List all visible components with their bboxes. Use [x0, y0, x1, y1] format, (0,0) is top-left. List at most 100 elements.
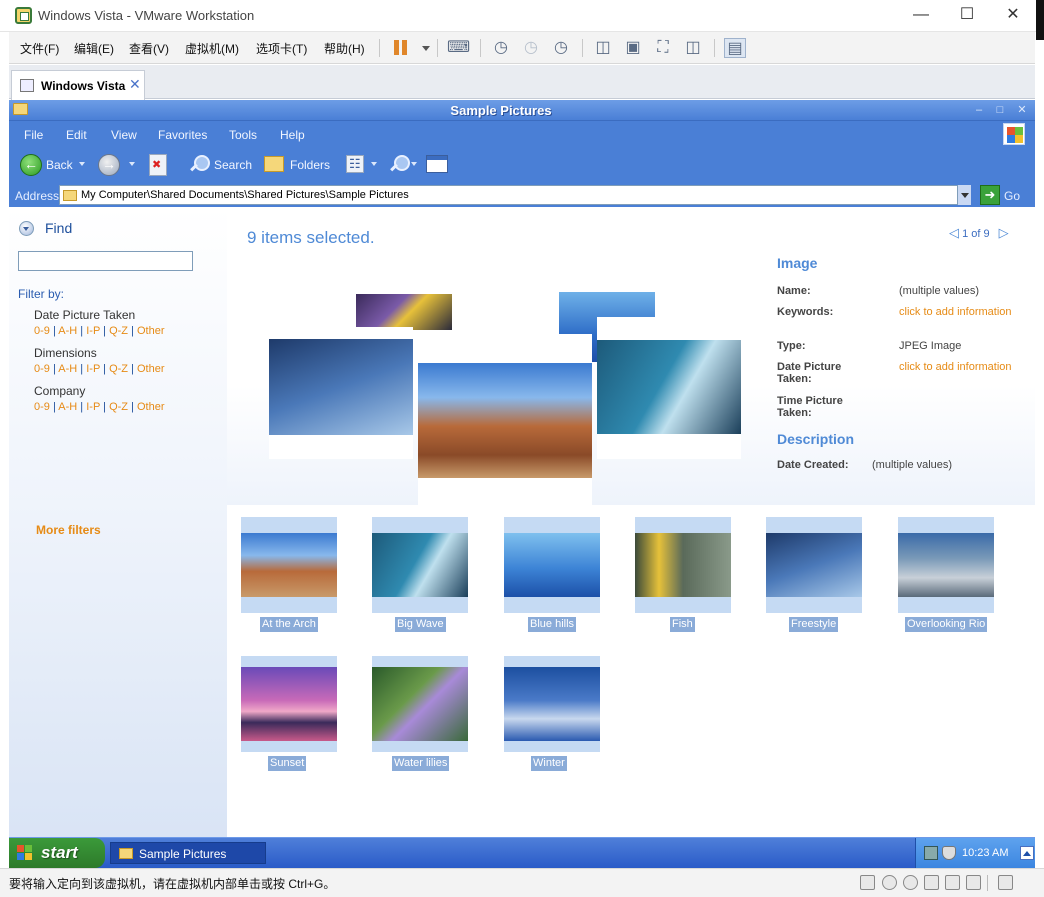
- host-menu-tabs[interactable]: 选项卡(T): [256, 40, 307, 57]
- host-minimize-button[interactable]: —: [898, 0, 944, 32]
- search-button-label[interactable]: Search: [214, 158, 252, 172]
- sound-icon[interactable]: [966, 875, 981, 890]
- add-date-link[interactable]: click to add information: [899, 361, 1019, 373]
- go-button-label[interactable]: Go: [1004, 189, 1020, 203]
- taskbar-button-sample-pictures[interactable]: Sample Pictures: [110, 842, 266, 864]
- back-arrow-icon[interactable]: [20, 154, 42, 176]
- calendar-icon[interactable]: [426, 155, 448, 173]
- library-view-icon[interactable]: ◫: [592, 38, 614, 58]
- filter-link[interactable]: Q-Z: [109, 363, 128, 375]
- thumbnail-bar-icon[interactable]: ▤: [724, 38, 746, 58]
- find-title[interactable]: Find: [45, 220, 72, 236]
- filter-link[interactable]: 0-9: [34, 325, 50, 337]
- next-arrow-icon[interactable]: ▷: [999, 225, 1009, 241]
- start-button[interactable]: start: [9, 838, 105, 868]
- menu-edit[interactable]: Edit: [66, 128, 87, 142]
- cd-dvd-2-icon[interactable]: [903, 875, 918, 890]
- filter-link[interactable]: Other: [137, 401, 165, 413]
- folders-button-label[interactable]: Folders: [290, 158, 330, 172]
- filter-link[interactable]: I-P: [86, 401, 100, 413]
- explorer-minimize-button[interactable]: –: [971, 102, 987, 118]
- thumbnail-label[interactable]: Water lilies: [392, 756, 450, 771]
- thumbnail-freestyle[interactable]: [766, 517, 862, 613]
- host-menu-help[interactable]: 帮助(H): [324, 40, 365, 57]
- zoom-dropdown-icon[interactable]: [411, 162, 417, 166]
- host-menu-vm[interactable]: 虚拟机(M): [185, 40, 239, 57]
- address-input[interactable]: My Computer\Shared Documents\Shared Pict…: [59, 185, 971, 205]
- cd-dvd-icon[interactable]: [882, 875, 897, 890]
- menu-favorites[interactable]: Favorites: [158, 128, 207, 142]
- message-icon[interactable]: [998, 875, 1013, 890]
- views-icon[interactable]: [346, 155, 364, 173]
- filter-link[interactable]: Other: [137, 325, 165, 337]
- thumbnail-label[interactable]: Big Wave: [395, 617, 446, 632]
- host-maximize-button[interactable]: ☐: [944, 0, 990, 32]
- collapse-chevron-icon[interactable]: [19, 221, 34, 236]
- thumbnail-overlooking-rio[interactable]: [898, 517, 994, 613]
- filter-link[interactable]: A-H: [58, 363, 77, 375]
- filter-link[interactable]: I-P: [86, 325, 100, 337]
- thumbnail-label[interactable]: Sunset: [268, 756, 307, 771]
- forward-arrow-icon[interactable]: [98, 154, 120, 176]
- power-dropdown-icon[interactable]: [419, 38, 433, 58]
- delete-icon[interactable]: [149, 154, 167, 176]
- thumbnail-label[interactable]: Fish: [670, 617, 695, 632]
- add-keywords-link[interactable]: click to add information: [899, 306, 1019, 318]
- console-view-icon[interactable]: ▣: [622, 38, 644, 58]
- printer-icon[interactable]: [945, 875, 960, 890]
- find-input[interactable]: [18, 251, 193, 271]
- menu-tools[interactable]: Tools: [229, 128, 257, 142]
- more-filters-link[interactable]: More filters: [36, 523, 101, 537]
- views-dropdown-icon[interactable]: [371, 162, 377, 166]
- filter-link[interactable]: Q-Z: [109, 325, 128, 337]
- thumbnail-at-the-arch[interactable]: [241, 517, 337, 613]
- thumbnail-label[interactable]: At the Arch: [260, 617, 318, 632]
- thumbnail-big-wave[interactable]: [372, 517, 468, 613]
- filter-link[interactable]: I-P: [86, 363, 100, 375]
- thumbnail-label[interactable]: Freestyle: [789, 617, 839, 632]
- menu-help[interactable]: Help: [280, 128, 305, 142]
- thumbnail-winter[interactable]: [504, 656, 600, 752]
- snapshot-manager-icon[interactable]: ◷: [550, 38, 572, 58]
- network-icon[interactable]: [924, 875, 939, 890]
- previous-arrow-icon[interactable]: ◁: [949, 225, 959, 241]
- address-path[interactable]: My Computer\Shared Documents\Shared Pict…: [81, 189, 409, 201]
- back-button-label[interactable]: Back: [46, 158, 73, 172]
- thumbnail-label[interactable]: Winter: [531, 756, 567, 771]
- forward-dropdown-icon[interactable]: [129, 162, 135, 166]
- pause-icon[interactable]: [391, 38, 413, 58]
- clock[interactable]: 10:23 AM: [962, 847, 1008, 859]
- host-menu-edit[interactable]: 编辑(E): [74, 40, 114, 57]
- thumbnail-fish[interactable]: [635, 517, 731, 613]
- filter-link[interactable]: 0-9: [34, 363, 50, 375]
- filter-link[interactable]: 0-9: [34, 401, 50, 413]
- unity-icon[interactable]: ◫: [682, 38, 704, 58]
- menu-view[interactable]: View: [111, 128, 137, 142]
- menu-file[interactable]: File: [24, 128, 43, 142]
- search-icon[interactable]: [187, 154, 210, 176]
- filter-link[interactable]: Q-Z: [109, 401, 128, 413]
- host-menu-file[interactable]: 文件(F): [20, 40, 59, 57]
- security-shield-icon[interactable]: [942, 846, 956, 860]
- tab-close-icon[interactable]: ✕: [129, 76, 141, 93]
- tab-windows-vista[interactable]: Windows Vista ✕: [11, 70, 145, 100]
- guest-screen[interactable]: Sample Pictures – □ ✕ File Edit View Fav…: [9, 100, 1035, 868]
- fullscreen-icon[interactable]: ⛶: [652, 38, 674, 58]
- folders-icon[interactable]: [264, 156, 284, 172]
- snapshot-take-icon[interactable]: ◷: [490, 38, 512, 58]
- go-arrow-icon[interactable]: ➜: [980, 185, 1000, 205]
- explorer-close-button[interactable]: ✕: [1014, 102, 1030, 118]
- thumbnail-sunset[interactable]: [241, 656, 337, 752]
- hard-disk-icon[interactable]: [860, 875, 875, 890]
- back-dropdown-icon[interactable]: [79, 162, 85, 166]
- host-close-button[interactable]: ✕: [990, 0, 1036, 32]
- send-keys-icon[interactable]: ⌨: [447, 38, 470, 58]
- thumbnail-label[interactable]: Blue hills: [528, 617, 577, 632]
- filter-link[interactable]: Other: [137, 363, 165, 375]
- filter-link[interactable]: A-H: [58, 401, 77, 413]
- address-dropdown-icon[interactable]: [957, 185, 971, 205]
- host-menu-view[interactable]: 查看(V): [129, 40, 169, 57]
- thumbnail-label[interactable]: Overlooking Rio: [905, 617, 988, 632]
- filter-link[interactable]: A-H: [58, 325, 77, 337]
- explorer-maximize-button[interactable]: □: [992, 102, 1008, 118]
